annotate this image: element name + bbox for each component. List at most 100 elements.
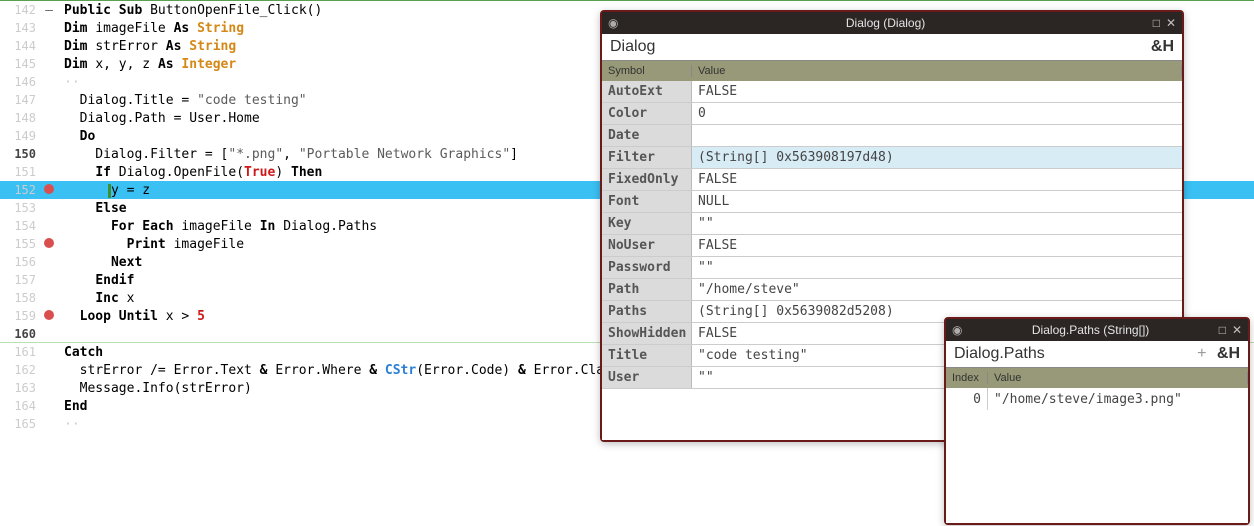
plus-icon[interactable]: + bbox=[1197, 345, 1206, 362]
code-text[interactable]: Dialog.Title = "code testing" bbox=[60, 93, 307, 108]
window-title: Dialog (Dialog) bbox=[624, 16, 1146, 30]
line-number[interactable]: 157 bbox=[0, 273, 38, 287]
property-value[interactable]: FALSE bbox=[692, 172, 1182, 187]
maximize-icon[interactable]: □ bbox=[1153, 16, 1160, 30]
property-key: Password bbox=[602, 257, 692, 278]
property-value[interactable]: "/home/steve" bbox=[692, 282, 1182, 297]
code-text[interactable]: Dialog.Filter = ["*.png", "Portable Netw… bbox=[60, 147, 518, 162]
property-row[interactable]: FontNULL bbox=[602, 191, 1182, 213]
property-value[interactable]: 0 bbox=[692, 106, 1182, 121]
col-header-index: Index bbox=[946, 372, 988, 384]
property-value[interactable]: FALSE bbox=[692, 238, 1182, 253]
property-value[interactable]: "" bbox=[692, 216, 1182, 231]
code-text[interactable]: ·· bbox=[60, 75, 80, 90]
debug-window-paths[interactable]: ◉ Dialog.Paths (String[]) □ ✕ Dialog.Pat… bbox=[944, 317, 1250, 525]
code-text[interactable]: y = z bbox=[60, 183, 150, 198]
line-number[interactable]: 143 bbox=[0, 21, 38, 35]
array-value[interactable]: "/home/steve/image3.png" bbox=[988, 392, 1188, 407]
gutter[interactable] bbox=[38, 237, 60, 252]
hex-toggle[interactable]: &H bbox=[1217, 345, 1240, 362]
code-text[interactable]: Do bbox=[60, 129, 95, 144]
line-number[interactable]: 160 bbox=[0, 327, 38, 341]
property-row[interactable]: Filter(String[] 0x563908197d48) bbox=[602, 147, 1182, 169]
property-row[interactable]: AutoExtFALSE bbox=[602, 81, 1182, 103]
code-text[interactable]: Dim imageFile As String bbox=[60, 21, 244, 36]
line-number[interactable]: 155 bbox=[0, 237, 38, 251]
close-icon[interactable]: ✕ bbox=[1232, 323, 1242, 337]
code-text[interactable]: Loop Until x > 5 bbox=[60, 309, 205, 324]
line-number[interactable]: 148 bbox=[0, 111, 38, 125]
line-number[interactable]: 142 bbox=[0, 3, 38, 17]
property-row[interactable]: Color0 bbox=[602, 103, 1182, 125]
window-titlebar[interactable]: ◉ Dialog.Paths (String[]) □ ✕ bbox=[946, 319, 1248, 341]
code-text[interactable]: Public Sub ButtonOpenFile_Click() bbox=[60, 3, 322, 18]
property-key: Paths bbox=[602, 301, 692, 322]
col-header-value: Value bbox=[988, 372, 1248, 384]
code-text[interactable]: Dim strError As String bbox=[60, 39, 236, 54]
property-row[interactable]: NoUserFALSE bbox=[602, 235, 1182, 257]
line-number[interactable]: 164 bbox=[0, 399, 38, 413]
line-number[interactable]: 154 bbox=[0, 219, 38, 233]
property-key: ShowHidden bbox=[602, 323, 692, 344]
code-text[interactable]: Inc x bbox=[60, 291, 134, 306]
code-text[interactable]: strError /= Error.Text & Error.Where & C… bbox=[60, 363, 659, 378]
line-number[interactable]: 144 bbox=[0, 39, 38, 53]
line-number[interactable]: 163 bbox=[0, 381, 38, 395]
line-number[interactable]: 146 bbox=[0, 75, 38, 89]
property-row[interactable]: FixedOnlyFALSE bbox=[602, 169, 1182, 191]
line-number[interactable]: 162 bbox=[0, 363, 38, 377]
property-key: Color bbox=[602, 103, 692, 124]
code-text[interactable]: Else bbox=[60, 201, 127, 216]
breakpoint-icon[interactable] bbox=[44, 184, 54, 194]
line-number[interactable]: 151 bbox=[0, 165, 38, 179]
line-number[interactable]: 150 bbox=[0, 147, 38, 161]
table-header: Index Value bbox=[946, 368, 1248, 388]
line-number[interactable]: 153 bbox=[0, 201, 38, 215]
line-number[interactable]: 159 bbox=[0, 309, 38, 323]
property-value[interactable]: "" bbox=[692, 260, 1182, 275]
property-row[interactable]: Path"/home/steve" bbox=[602, 279, 1182, 301]
code-text[interactable]: Endif bbox=[60, 273, 134, 288]
code-text[interactable]: ·· bbox=[60, 417, 80, 432]
breakpoint-icon[interactable] bbox=[44, 310, 54, 320]
gutter[interactable] bbox=[38, 309, 60, 324]
code-text[interactable]: Dim x, y, z As Integer bbox=[60, 57, 236, 72]
window-titlebar[interactable]: ◉ Dialog (Dialog) □ ✕ bbox=[602, 12, 1182, 34]
line-number[interactable]: 165 bbox=[0, 417, 38, 431]
code-text[interactable]: Dialog.Path = User.Home bbox=[60, 111, 260, 126]
gutter[interactable] bbox=[38, 183, 60, 198]
property-value[interactable]: (String[] 0x563908197d48) bbox=[692, 150, 1182, 165]
line-number[interactable]: 152 bbox=[0, 183, 38, 197]
property-value[interactable]: FALSE bbox=[692, 84, 1182, 99]
property-key: User bbox=[602, 367, 692, 388]
array-row[interactable]: 0"/home/steve/image3.png" bbox=[946, 388, 1248, 410]
line-number[interactable]: 156 bbox=[0, 255, 38, 269]
property-row[interactable]: Key"" bbox=[602, 213, 1182, 235]
fold-icon[interactable]: — bbox=[45, 3, 53, 18]
line-number[interactable]: 158 bbox=[0, 291, 38, 305]
window-title: Dialog.Paths (String[]) bbox=[968, 323, 1212, 337]
breakpoint-icon[interactable] bbox=[44, 238, 54, 248]
code-text[interactable]: If Dialog.OpenFile(True) Then bbox=[60, 165, 322, 180]
code-text[interactable]: End bbox=[60, 399, 87, 414]
line-number[interactable]: 145 bbox=[0, 57, 38, 71]
hex-toggle[interactable]: &H bbox=[1151, 38, 1174, 56]
gutter[interactable]: — bbox=[38, 3, 60, 18]
line-number[interactable]: 149 bbox=[0, 129, 38, 143]
property-row[interactable]: Password"" bbox=[602, 257, 1182, 279]
close-icon[interactable]: ✕ bbox=[1166, 16, 1176, 30]
code-text[interactable]: Print imageFile bbox=[60, 237, 244, 252]
property-value[interactable]: NULL bbox=[692, 194, 1182, 209]
property-key: Filter bbox=[602, 147, 692, 168]
line-number[interactable]: 161 bbox=[0, 345, 38, 359]
maximize-icon[interactable]: □ bbox=[1219, 323, 1226, 337]
code-text[interactable]: Catch bbox=[60, 345, 103, 360]
array-list[interactable]: 0"/home/steve/image3.png" bbox=[946, 388, 1248, 523]
code-text[interactable]: For Each imageFile In Dialog.Paths bbox=[60, 219, 377, 234]
col-header-value: Value bbox=[692, 65, 1182, 77]
property-row[interactable]: Date bbox=[602, 125, 1182, 147]
line-number[interactable]: 147 bbox=[0, 93, 38, 107]
code-text[interactable]: Next bbox=[60, 255, 142, 270]
code-text[interactable]: Message.Info(strError) bbox=[60, 381, 252, 396]
table-header: Symbol Value bbox=[602, 61, 1182, 81]
